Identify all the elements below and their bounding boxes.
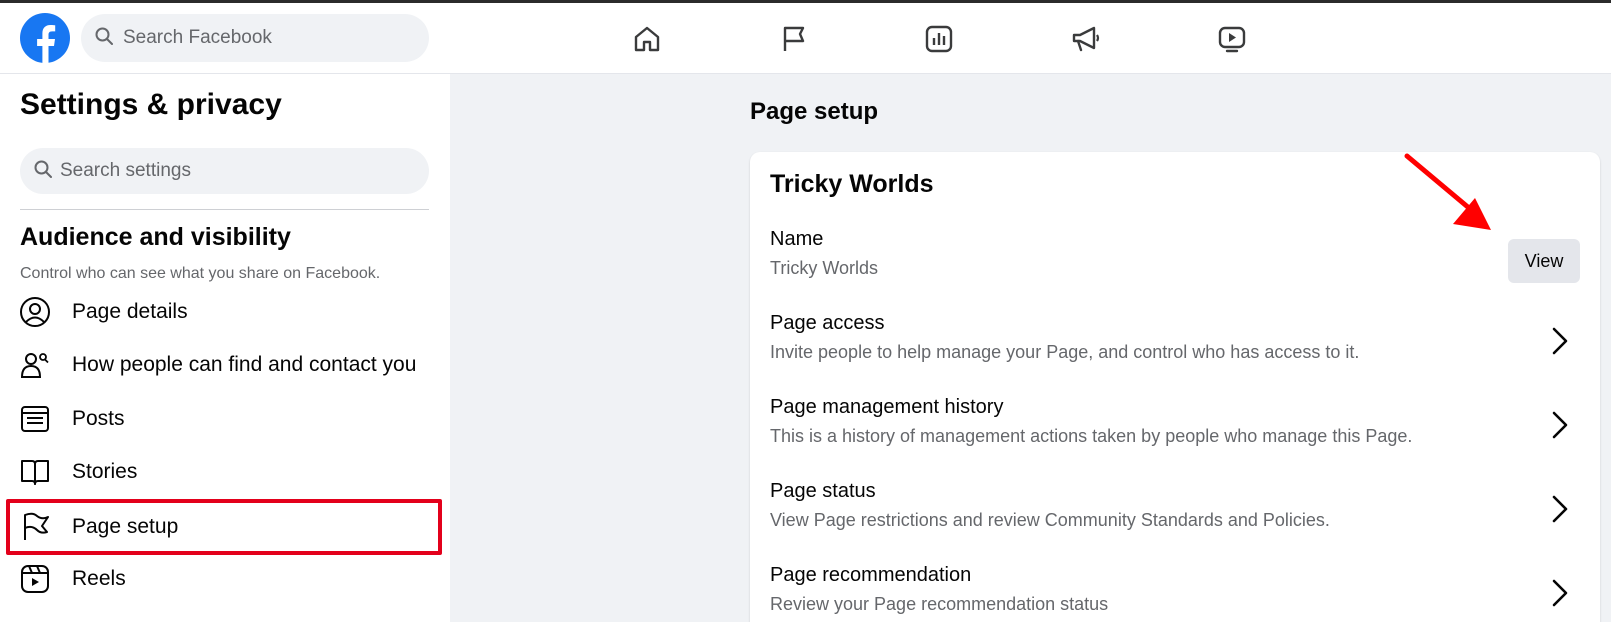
sidebar-item-label: Page setup (72, 515, 179, 538)
page-management-history-row[interactable]: Page management history This is a histor… (770, 396, 1580, 466)
row-title: Page access (770, 312, 885, 334)
row-subtitle: Tricky Worlds (770, 258, 878, 278)
row-subtitle: Review your Page recommendation status (770, 594, 1109, 614)
facebook-search-input[interactable]: Search Facebook (81, 14, 429, 62)
page-name-heading: Tricky Worlds (770, 170, 934, 198)
row-title: Page management history (770, 396, 1004, 418)
megaphone-icon[interactable] (1068, 21, 1104, 57)
sidebar-item-label: Reels (72, 567, 126, 590)
facebook-logo-icon[interactable] (20, 13, 70, 63)
sidebar-item-label: How people can find and contact you (72, 353, 417, 376)
page-title: Page setup (750, 98, 879, 125)
page-recommendation-row[interactable]: Page recommendation Review your Page rec… (770, 564, 1580, 622)
annotation-arrow-icon (1404, 153, 1491, 230)
video-icon[interactable] (1214, 21, 1250, 57)
sidebar-item-reels[interactable]: Reels (10, 554, 440, 604)
search-placeholder: Search Facebook (123, 27, 272, 48)
settings-search-input[interactable]: Search settings (20, 148, 429, 194)
sidebar-item-page-setup[interactable]: Page setup (6, 499, 442, 555)
sidebar-item-stories[interactable]: Stories (10, 447, 440, 497)
row-subtitle: Invite people to help manage your Page, … (770, 342, 1360, 362)
sidebar-divider (20, 209, 429, 210)
sidebar-item-label: Stories (72, 460, 138, 483)
posts-icon (18, 402, 52, 436)
sidebar-item-label: Posts (72, 407, 125, 430)
row-title: Page status (770, 480, 876, 502)
chevron-right-icon (1548, 494, 1572, 524)
section-title: Audience and visibility (20, 223, 291, 251)
sidebar-title: Settings & privacy (20, 88, 282, 121)
sidebar-item-label: Page details (72, 300, 188, 323)
section-subtitle: Control who can see what you share on Fa… (20, 265, 381, 282)
sidebar-item-find-and-contact[interactable]: How people can find and contact you (10, 340, 440, 390)
settings-search-placeholder: Search settings (60, 160, 191, 181)
reels-icon (18, 562, 52, 596)
chevron-right-icon (1548, 326, 1572, 356)
search-icon (95, 27, 113, 50)
insights-icon[interactable] (921, 21, 957, 57)
search-icon (34, 160, 52, 183)
view-button[interactable]: View (1508, 239, 1580, 283)
chevron-right-icon (1548, 410, 1572, 440)
settings-sidebar: Settings & privacy Search settings Audie… (0, 74, 450, 622)
row-title: Name (770, 228, 824, 250)
row-subtitle: This is a history of management actions … (770, 426, 1413, 446)
person-circle-icon (18, 295, 52, 329)
flag-icon[interactable] (776, 21, 812, 57)
page-status-row[interactable]: Page status View Page restrictions and r… (770, 480, 1580, 550)
top-navigation-bar: Search Facebook (0, 3, 1611, 74)
sidebar-item-page-details[interactable]: Page details (10, 287, 440, 337)
row-title: Page recommendation (770, 564, 972, 586)
chevron-right-icon (1548, 578, 1572, 608)
book-icon (18, 455, 52, 489)
people-search-icon (18, 348, 52, 382)
home-icon[interactable] (629, 21, 665, 57)
flag-icon (18, 510, 52, 544)
row-subtitle: View Page restrictions and review Commun… (770, 510, 1330, 530)
page-access-row[interactable]: Page access Invite people to help manage… (770, 312, 1580, 382)
sidebar-item-posts[interactable]: Posts (10, 394, 440, 444)
